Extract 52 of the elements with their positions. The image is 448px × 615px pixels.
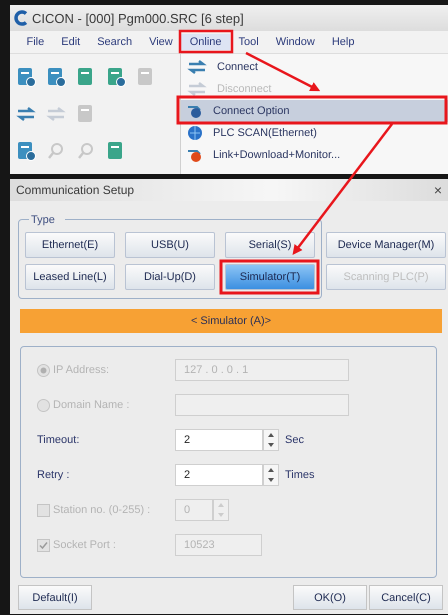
window-title: CICON - [000] Pgm000.SRC [6 step] [32, 10, 244, 26]
menu-item[interactable]: Search [88, 34, 141, 50]
menu-item[interactable]: Tool [230, 34, 268, 50]
spinner-arrows[interactable] [263, 464, 279, 486]
menu-item[interactable]: Window [267, 34, 324, 50]
menu-option[interactable]: Connect Option [181, 100, 448, 122]
dialog-button[interactable]: OK(O) [293, 585, 367, 610]
field-label: Domain Name : [53, 399, 130, 411]
field-label: Retry : [37, 469, 70, 481]
spinner-arrows[interactable] [263, 429, 279, 451]
dialog-title: Communication Setup [16, 183, 134, 197]
file-plus-icon[interactable] [16, 66, 36, 87]
type-button[interactable]: USB(U) [125, 232, 215, 258]
input-field[interactable]: 2 [175, 464, 263, 486]
field-label: IP Address: [53, 364, 110, 376]
menu-option-label: Connect [217, 61, 258, 73]
file-plus-icon[interactable] [16, 141, 36, 162]
field-label: Timeout: [37, 434, 80, 446]
menu-item[interactable]: Online [181, 34, 230, 50]
swap-arrows-icon[interactable] [187, 59, 207, 75]
input-field[interactable] [175, 394, 349, 416]
type-button[interactable]: Simulator(T) [225, 264, 315, 290]
menu-item[interactable]: File [18, 34, 53, 50]
menu-item[interactable]: Help [323, 34, 363, 50]
type-button[interactable]: Ethernet(E) [25, 232, 115, 258]
menu-option[interactable]: PLC SCAN(Ethernet) [181, 122, 448, 144]
type-button[interactable]: Leased Line(L) [25, 264, 115, 290]
swap-arrows-icon[interactable] [16, 106, 36, 122]
globe-icon [187, 125, 203, 141]
menu-option-label: PLC SCAN(Ethernet) [213, 127, 317, 139]
menu-option-label: Connect Option [213, 105, 290, 117]
type-button[interactable]: Dial-Up(D) [125, 264, 215, 290]
type-button[interactable]: Device Manager(M) [326, 232, 446, 258]
field-label: Station no. (0-255) : [53, 504, 150, 516]
app-logo-icon [14, 10, 28, 26]
menu-option-label: Link+Download+Monitor... [213, 149, 340, 161]
unit-label: Sec [285, 434, 304, 446]
menu-item[interactable]: View [140, 34, 182, 50]
group-label: Type [29, 214, 65, 226]
menu-item[interactable]: Edit [52, 34, 89, 50]
dialog-button[interactable]: Default(I) [18, 585, 92, 610]
menu-option-label: Disconnect [217, 83, 272, 95]
unit-label: Times [285, 469, 315, 481]
close-button[interactable]: × [434, 182, 442, 198]
menu-option[interactable]: Link+Download+Monitor... [181, 144, 448, 166]
highlight-frame [178, 30, 234, 54]
input-field[interactable]: 2 [175, 429, 263, 451]
field-label: Socket Port : [53, 539, 116, 551]
menu-option[interactable]: Connect [181, 56, 448, 78]
dialog-button[interactable]: Cancel(C) [369, 585, 443, 610]
banner-text: < Simulator (A)> [190, 315, 272, 327]
type-button[interactable]: Serial(S) [225, 232, 315, 258]
